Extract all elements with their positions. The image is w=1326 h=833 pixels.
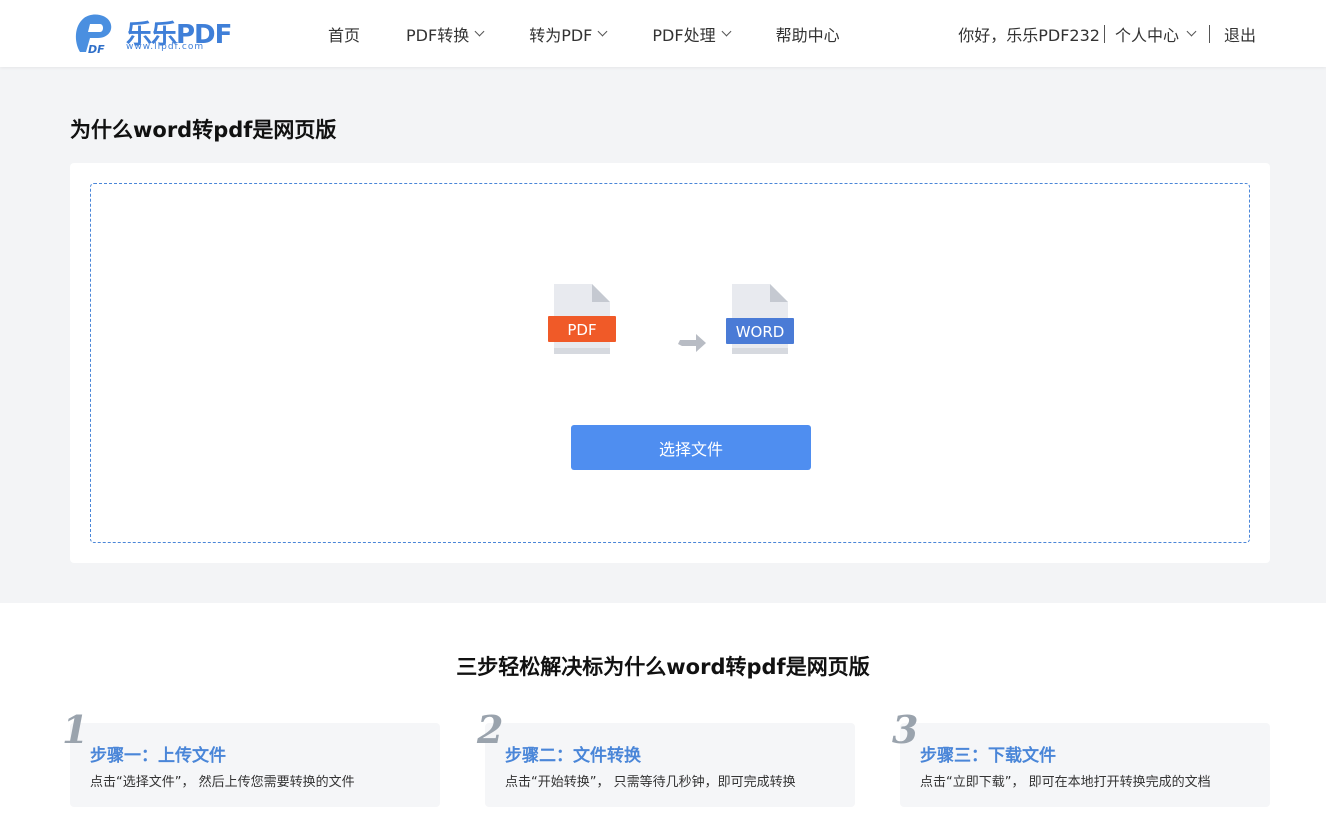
step-number: 3 (892, 707, 919, 752)
chevron-down-icon (474, 26, 485, 37)
nav-pdf-convert-label: PDF转换 (406, 25, 470, 45)
logout-link[interactable]: 退出 (1224, 22, 1256, 46)
header: DF 乐乐PDF www.llpdf.com 首页 PDF转换 转为PDF PD… (0, 0, 1326, 67)
pdf-file-icon: PDF (548, 284, 616, 354)
nav-help[interactable]: 帮助中心 (776, 22, 840, 46)
user-area: 你好，乐乐PDF232 个人中心 退出 (958, 0, 1256, 67)
nav-pdf-convert[interactable]: PDF转换 (406, 22, 485, 46)
nav-pdf-process-label: PDF处理 (652, 25, 716, 45)
word-file-icon: WORD (726, 284, 794, 354)
logo[interactable]: DF 乐乐PDF www.llpdf.com (70, 12, 232, 54)
choose-file-button[interactable]: 选择文件 (571, 425, 811, 470)
step-title: 步骤一：上传文件 (90, 746, 226, 766)
chevron-down-icon (721, 26, 732, 37)
step-description: 点击“开始转换”， 只需等待几秒钟，即可完成转换 (505, 775, 796, 790)
nav-help-label: 帮助中心 (775, 25, 840, 45)
nav-pdf-process[interactable]: PDF处理 (652, 22, 732, 46)
step-number: 2 (477, 707, 504, 752)
converter-card: PDF WORD 选择文件 (70, 163, 1270, 563)
nav-to-pdf-label: 转为PDF (529, 25, 593, 45)
step-card-1: 1 步骤一：上传文件 点击“选择文件”， 然后上传您需要转换的文件 (62, 707, 440, 807)
user-center-menu[interactable]: 个人中心 (1114, 22, 1197, 46)
step-title: 步骤二：文件转换 (505, 746, 641, 766)
pdf-file-label: PDF (567, 321, 596, 339)
arrow-right-icon (678, 334, 706, 352)
page-title: 为什么word转pdf是网页版 (70, 118, 337, 142)
logo-url: www.llpdf.com (126, 42, 205, 52)
steps-section-title: 三步轻松解决标为什么word转pdf是网页版 (456, 655, 870, 679)
nav-home[interactable]: 首页 (328, 22, 360, 46)
step-description: 点击“立即下载”， 即可在本地打开转换完成的文档 (920, 775, 1211, 790)
step-description: 点击“选择文件”， 然后上传您需要转换的文件 (90, 775, 355, 790)
step-card-2: 2 步骤二：文件转换 点击“开始转换”， 只需等待几秒钟，即可完成转换 (477, 707, 855, 807)
divider (1208, 24, 1210, 43)
nav-home-label: 首页 (328, 25, 361, 45)
nav-to-pdf[interactable]: 转为PDF (529, 22, 608, 46)
svg-text:DF: DF (88, 43, 105, 54)
word-file-label: WORD (736, 323, 785, 341)
file-dropzone[interactable]: PDF WORD 选择文件 (90, 183, 1250, 543)
divider (1103, 24, 1105, 43)
step-number: 1 (62, 707, 89, 752)
main-nav: 首页 PDF转换 转为PDF PDF处理 帮助中心 (328, 0, 840, 67)
step-title: 步骤三：下载文件 (920, 746, 1056, 766)
chevron-down-icon (1186, 26, 1197, 37)
chevron-down-icon (597, 26, 608, 37)
steps-section: 三步轻松解决标为什么word转pdf是网页版 1 步骤一：上传文件 点击“选择文… (0, 603, 1326, 833)
user-greeting: 你好，乐乐PDF232 (958, 25, 1100, 45)
step-card-3: 3 步骤三：下载文件 点击“立即下载”， 即可在本地打开转换完成的文档 (892, 707, 1270, 807)
user-center-label: 个人中心 (1114, 25, 1179, 45)
logo-mark-icon: DF (75, 14, 112, 54)
